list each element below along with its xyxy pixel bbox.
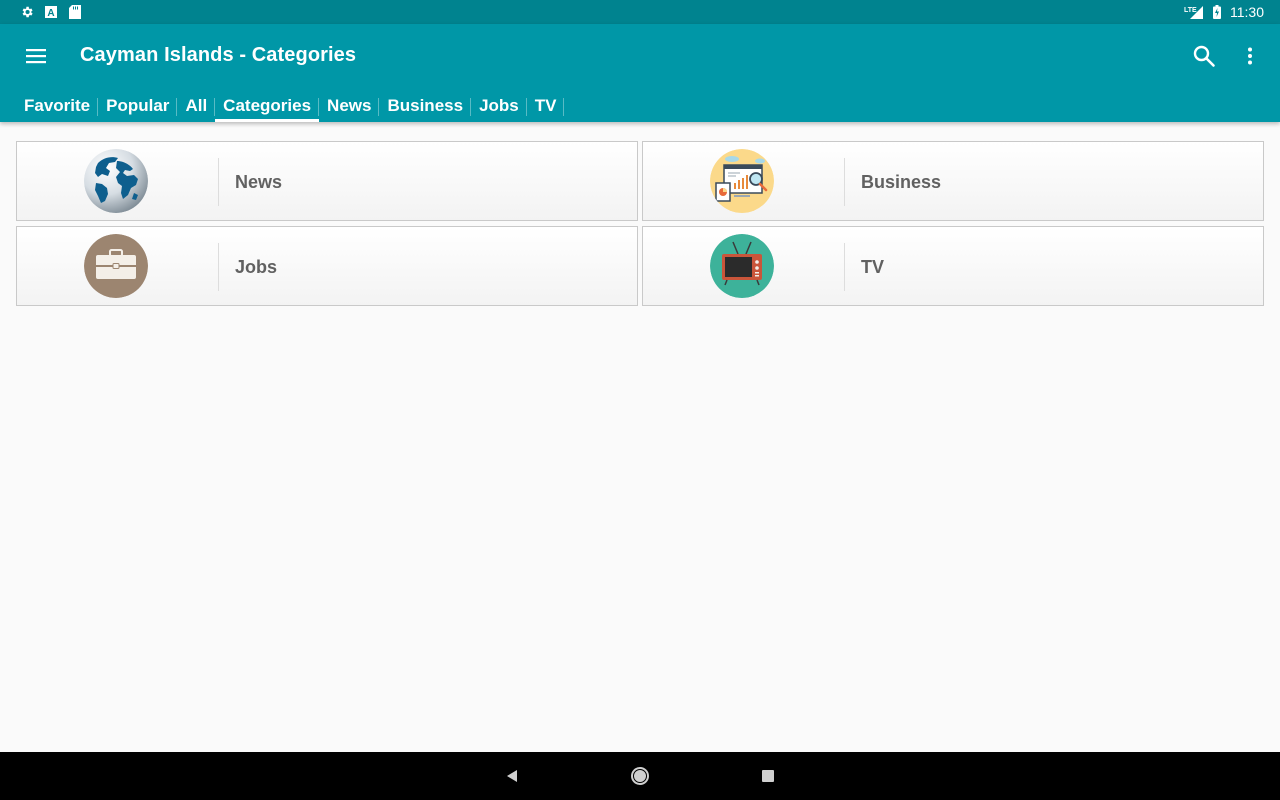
card-divider: [218, 158, 219, 206]
category-card-news[interactable]: News: [16, 141, 638, 221]
status-time: 11:30: [1230, 4, 1264, 20]
tab-strip: Favorite Popular All Categories News Bus…: [16, 94, 565, 122]
svg-text:A: A: [47, 8, 54, 18]
category-card-tv[interactable]: TV: [642, 226, 1264, 306]
app-bar: Cayman Islands - Categories Favorite Pop…: [0, 24, 1280, 122]
status-bar: A LTE 11:30: [0, 0, 1280, 24]
status-left-icons: A: [20, 5, 82, 19]
settings-icon: [20, 5, 34, 19]
tab-all[interactable]: All: [177, 94, 215, 122]
card-divider: [844, 243, 845, 291]
tab-categories[interactable]: Categories: [215, 94, 319, 122]
tab-popular[interactable]: Popular: [98, 94, 178, 122]
card-divider: [218, 243, 219, 291]
home-button[interactable]: [630, 766, 650, 786]
lte-signal-icon: LTE: [1184, 5, 1204, 19]
tab-news[interactable]: News: [319, 94, 380, 122]
category-label: News: [235, 172, 283, 192]
tab-jobs[interactable]: Jobs: [471, 94, 527, 122]
overflow-menu-button[interactable]: [1234, 36, 1266, 76]
status-right-icons: LTE 11:30: [1184, 4, 1264, 20]
category-card-business[interactable]: Business: [642, 141, 1264, 221]
television-icon: [710, 234, 774, 298]
page-title: Cayman Islands - Categories: [80, 44, 357, 66]
globe-icon: [84, 149, 148, 213]
a-box-icon: A: [44, 5, 58, 19]
system-nav-bar: [0, 752, 1280, 800]
category-label: Business: [861, 172, 942, 192]
tab-business[interactable]: Business: [379, 94, 471, 122]
business-analytics-icon: [710, 149, 774, 213]
recents-button[interactable]: [758, 766, 778, 786]
battery-icon: [1212, 5, 1222, 19]
search-button[interactable]: [1184, 36, 1224, 76]
hamburger-menu-icon: [26, 49, 46, 64]
tab-favorite[interactable]: Favorite: [16, 94, 99, 122]
svg-text:LTE: LTE: [1184, 7, 1197, 14]
home-icon: [631, 767, 649, 785]
search-icon: [1193, 45, 1215, 67]
briefcase-icon: [84, 234, 148, 298]
category-label: Jobs: [235, 257, 278, 277]
category-card-jobs[interactable]: Jobs: [16, 226, 638, 306]
back-icon: [507, 770, 517, 782]
menu-button[interactable]: [16, 36, 56, 76]
card-divider: [844, 158, 845, 206]
category-label: TV: [861, 257, 885, 277]
more-vertical-icon: [1248, 47, 1252, 65]
tab-tv[interactable]: TV: [527, 94, 565, 122]
back-button[interactable]: [502, 766, 522, 786]
sd-card-icon: [68, 5, 82, 19]
toolbar: Cayman Islands - Categories: [0, 24, 1280, 88]
recents-icon: [762, 770, 774, 782]
